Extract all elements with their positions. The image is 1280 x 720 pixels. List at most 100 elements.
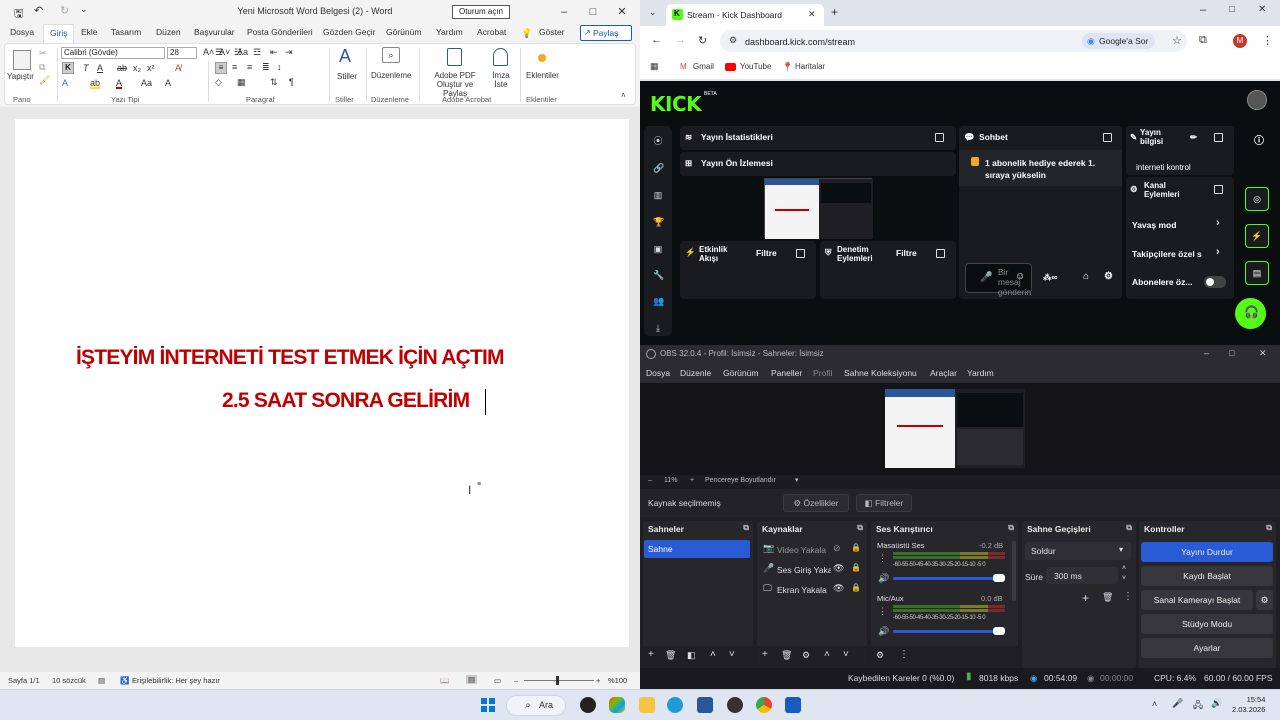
chevron-right-icon[interactable]: › <box>1216 247 1220 258</box>
popout-icon[interactable] <box>936 249 945 258</box>
addins-label[interactable]: Eklentiler <box>526 71 559 80</box>
clear-formatting-icon[interactable]: A̸ <box>175 63 181 73</box>
media-app-icon[interactable] <box>727 697 743 713</box>
tab-review[interactable]: Gözden Geçir <box>323 27 375 37</box>
eye-icon[interactable]: 👁 <box>833 583 844 594</box>
show-marks-icon[interactable]: ¶ <box>289 77 294 87</box>
popout-icon[interactable] <box>796 249 805 258</box>
bullets-icon[interactable]: ☰ <box>215 47 223 58</box>
subs-only-label[interactable]: Abonelere öz... <box>1132 278 1192 287</box>
zoom-out-icon[interactable]: – <box>514 676 518 685</box>
forward-icon[interactable]: → <box>675 34 686 46</box>
addins-icon[interactable] <box>538 54 546 62</box>
menu-tools[interactable]: Araçlar <box>930 368 957 378</box>
print-layout-icon[interactable]: ▤ <box>466 675 478 684</box>
mixer-scrollbar[interactable] <box>1012 541 1016 601</box>
bookmark-gmail[interactable]: Gmail <box>693 62 714 71</box>
profile-avatar[interactable]: M <box>1233 34 1247 48</box>
stop-streaming-button[interactable]: Yayını Durdur <box>1141 542 1273 562</box>
stream-preview-title[interactable]: Yayın Ön İzlemesi <box>701 159 773 168</box>
source-item[interactable]: 🖵 Ekran Yakala 👁 🔒 <box>757 581 867 599</box>
mod-filter[interactable]: Filtre <box>896 249 917 258</box>
minimize-icon[interactable]: – <box>1204 348 1209 358</box>
underline-icon[interactable]: A <box>97 63 103 73</box>
word-count[interactable]: 10 sözcük <box>52 676 86 685</box>
url-text[interactable]: dashboard.kick.com/stream <box>745 37 855 47</box>
edge-icon[interactable] <box>667 697 683 713</box>
file-explorer-icon[interactable] <box>639 697 655 713</box>
reload-icon[interactable]: ↻ <box>698 34 707 47</box>
page-count[interactable]: Sayfa 1/1 <box>8 676 40 685</box>
paste-label[interactable]: Yapıştır <box>7 72 34 81</box>
taskbar-search[interactable]: ⌕ Ara <box>506 695 566 716</box>
undock-icon[interactable]: ⧉ <box>1266 523 1272 533</box>
volume-slider[interactable] <box>893 630 1005 633</box>
upload-icon[interactable]: ⤓ <box>653 323 663 333</box>
lock-icon[interactable]: 🔒 <box>851 563 861 572</box>
justify-icon[interactable]: ≣ <box>262 62 270 73</box>
sort-icon[interactable]: ⇅ <box>270 77 278 88</box>
add-icon[interactable]: + <box>762 649 768 660</box>
tab-layout[interactable]: Düzen <box>156 27 181 37</box>
minimize-icon[interactable]: – <box>1200 4 1206 16</box>
styles-icon[interactable]: A <box>339 46 351 67</box>
gear-icon[interactable]: ⚙ <box>802 650 810 661</box>
font-size-box[interactable]: 28 <box>167 47 197 59</box>
bookmark-star-icon[interactable]: ☆ <box>1172 34 1182 47</box>
video-icon[interactable]: ▣ <box>653 244 663 254</box>
menu-scene-collection[interactable]: Sahne Koleksiyonu <box>844 368 917 378</box>
menu-icon[interactable]: ⋮ <box>1262 34 1273 47</box>
undock-icon[interactable]: ⧉ <box>1008 523 1014 533</box>
close-icon[interactable]: ✕ <box>1259 348 1267 359</box>
copy-icon[interactable]: ⧉ <box>39 62 45 73</box>
close-icon[interactable]: ✕ <box>1258 4 1266 15</box>
highlight-icon[interactable]: ab <box>90 78 101 89</box>
stream-stats-title[interactable]: Yayın İstatistikleri <box>701 133 773 142</box>
zoom-slider[interactable] <box>524 680 594 681</box>
broadcast-icon[interactable]: ⦿ <box>653 136 663 146</box>
trophy-icon[interactable]: 🏆 <box>653 217 664 227</box>
tab-mailings[interactable]: Posta Gönderileri <box>247 27 313 37</box>
undock-icon[interactable]: ⧉ <box>743 523 749 533</box>
network-icon[interactable]: 🖧 <box>1193 698 1203 714</box>
document-line-1[interactable]: İŞTEYİM İNTERNETİ TEST ETMEK İÇİN AÇTIM <box>76 346 505 370</box>
chevron-up-icon[interactable]: ˄ <box>1152 699 1157 709</box>
accessibility-status[interactable]: Erişilebilirlik: Her şey hazır <box>132 676 220 685</box>
volume-slider-thumb[interactable] <box>993 574 1005 582</box>
popout-icon[interactable] <box>1103 133 1112 142</box>
bookmark-maps[interactable]: Haritalar <box>795 62 825 71</box>
eye-icon[interactable]: 👁 <box>833 563 844 574</box>
virtual-camera-settings-icon[interactable]: ⚙ <box>1256 590 1273 610</box>
bookmark-youtube[interactable]: YouTube <box>740 62 771 71</box>
chevron-right-icon[interactable]: › <box>1216 218 1220 229</box>
zoom-level[interactable]: %100 <box>608 676 627 685</box>
chat-title[interactable]: Sohbet <box>979 133 1008 142</box>
maximize-icon[interactable]: □ <box>584 4 602 20</box>
transition-menu-icon[interactable]: ⋮ <box>1123 591 1133 602</box>
chat-settings-icon[interactable]: ⚙ <box>1104 272 1113 282</box>
stepper-up-icon[interactable]: ˄ <box>1122 565 1126 572</box>
shading-icon[interactable]: ◇ <box>215 77 222 88</box>
proofing-icon[interactable]: ▤ <box>98 676 105 685</box>
properties-button[interactable]: ⚙ Özellikler <box>783 494 849 512</box>
menu-edit[interactable]: Düzenle <box>680 368 711 378</box>
collapse-ribbon-icon[interactable]: ˄ <box>621 91 626 100</box>
tab-file[interactable]: Dosya <box>10 27 34 37</box>
add-icon[interactable]: + <box>648 649 654 660</box>
info-circle-icon[interactable]: ⓘ <box>1254 137 1264 147</box>
start-recording-button[interactable]: Kaydı Başlat <box>1141 566 1273 586</box>
mixer-menu-icon[interactable]: ⋮ <box>899 649 909 660</box>
channel-menu-icon[interactable]: ⋮ <box>878 606 887 617</box>
extensions-icon[interactable]: ⧉ <box>1199 34 1207 47</box>
menu-docks[interactable]: Paneller <box>771 368 802 378</box>
editing-label[interactable]: Düzenleme <box>371 71 411 80</box>
trash-icon[interactable]: 🗑 <box>781 650 792 661</box>
zoom-in-icon[interactable]: + <box>596 676 600 685</box>
tab-help[interactable]: Yardım <box>436 27 463 37</box>
font-color-icon[interactable]: A <box>116 78 123 89</box>
new-tab-icon[interactable]: + <box>831 5 838 19</box>
align-right-icon[interactable]: ≡ <box>247 62 252 72</box>
popout-icon[interactable] <box>935 133 944 142</box>
menu-view[interactable]: Görünüm <box>723 368 758 378</box>
notes-button[interactable]: ▤ <box>1245 261 1269 285</box>
